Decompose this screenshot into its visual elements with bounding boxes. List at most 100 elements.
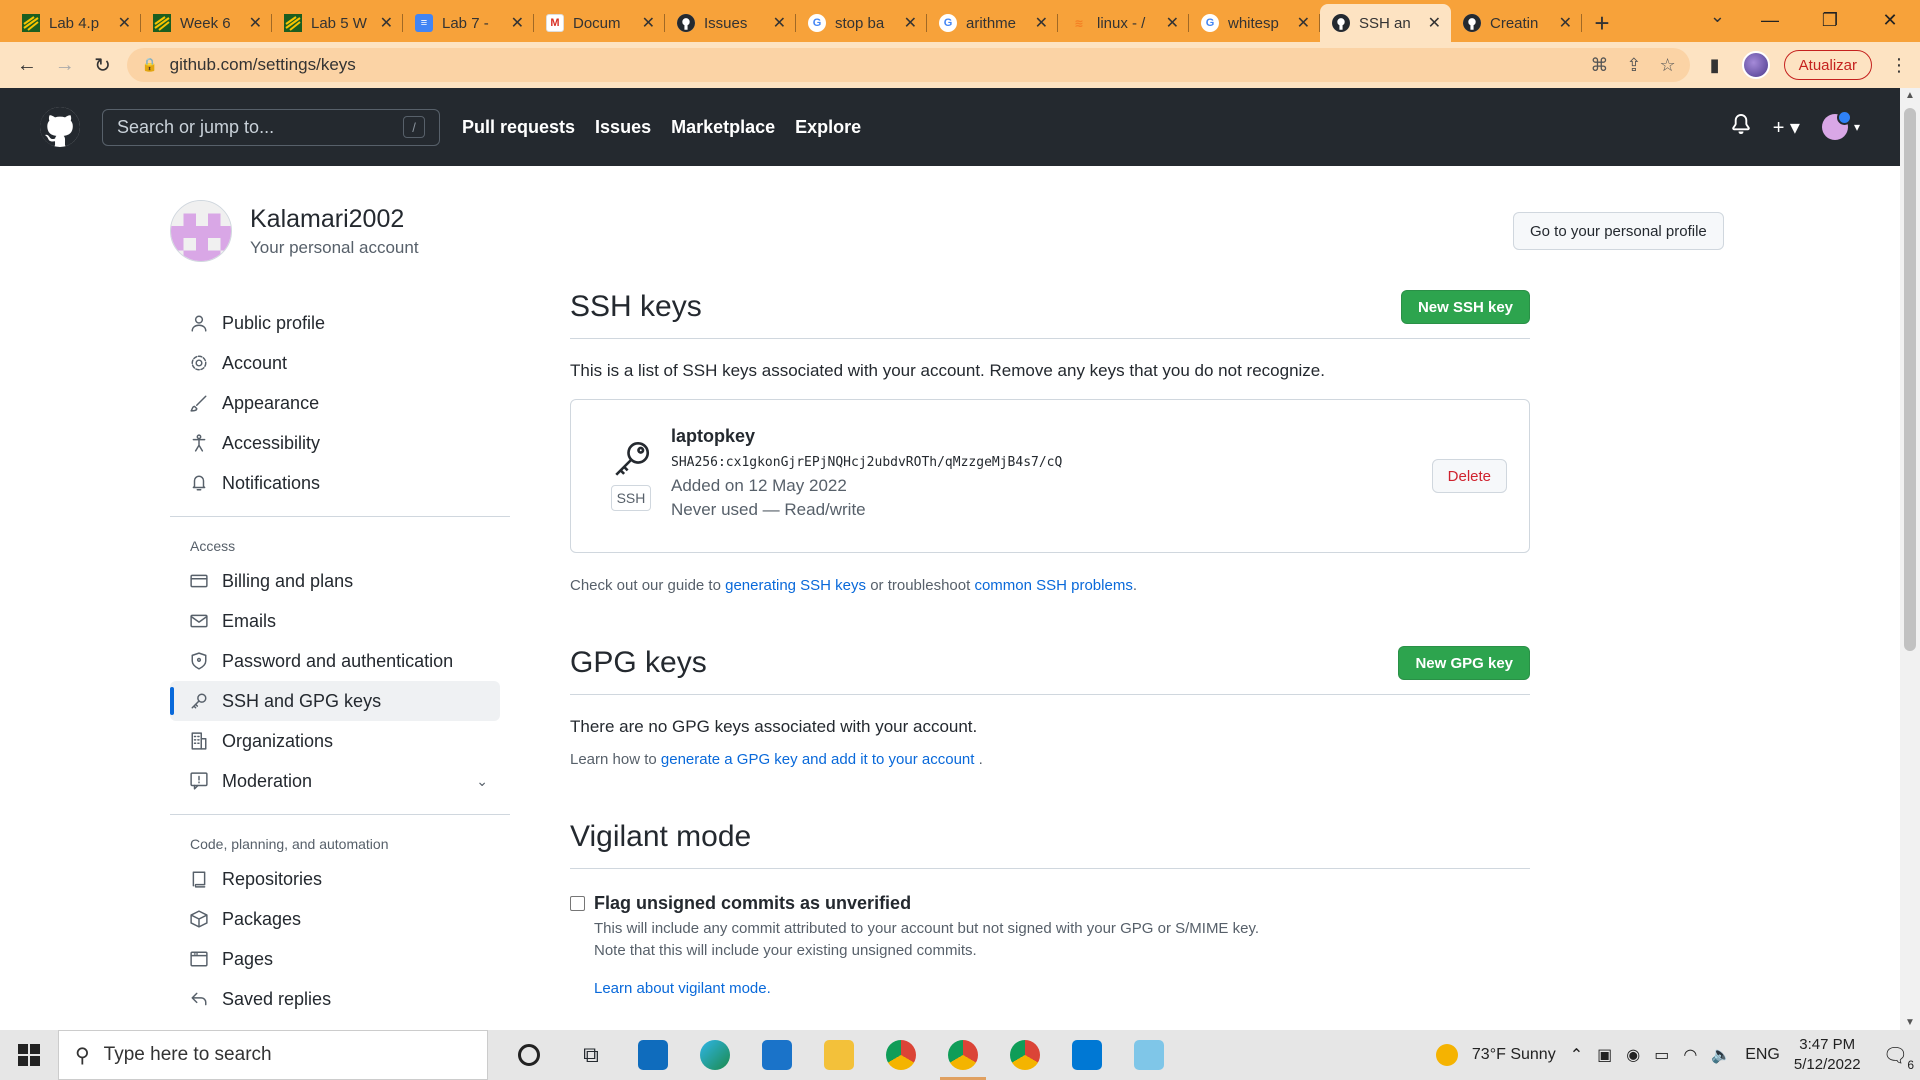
taskbar-clock[interactable]: 3:47 PM 5/12/2022 — [1794, 1035, 1861, 1075]
sidebar-item-password-and-authentication[interactable]: Password and authentication — [170, 641, 510, 681]
sidebar-item-repositories[interactable]: Repositories — [170, 859, 510, 899]
nav-pull-requests[interactable]: Pull requests — [462, 117, 575, 138]
mail-app-icon[interactable] — [746, 1030, 808, 1080]
close-tab-icon[interactable]: ✕ — [1428, 13, 1441, 33]
browser-tab[interactable]: Gstop ba ✕ — [796, 4, 927, 42]
browser-tab[interactable]: Week 6 ✕ — [141, 4, 272, 42]
sidebar-item-moderation[interactable]: Moderation ⌄ — [170, 761, 510, 801]
browser-tab[interactable]: ≋ linux - / ✕ — [1058, 4, 1189, 42]
close-tab-icon[interactable]: ✕ — [511, 13, 524, 33]
close-tab-icon[interactable]: ✕ — [249, 13, 262, 33]
flag-unsigned-commits-checkbox[interactable] — [570, 896, 585, 911]
antivirus-icon[interactable]: ◉ — [1626, 1045, 1640, 1065]
go-to-profile-button[interactable]: Go to your personal profile — [1513, 212, 1724, 250]
file-explorer-icon[interactable] — [808, 1030, 870, 1080]
weather-sun-icon[interactable] — [1435, 1044, 1458, 1066]
chevron-down-icon[interactable]: ⌄ — [476, 773, 488, 790]
browser-tab[interactable]: Garithme ✕ — [927, 4, 1058, 42]
address-bar[interactable]: 🔒 github.com/settings/keys ⌘ ⇪ ☆ — [127, 48, 1690, 82]
close-tab-icon[interactable]: ✕ — [904, 13, 917, 33]
sidebar-item-account[interactable]: Account — [170, 343, 510, 383]
page-scrollbar[interactable]: ▲ ▼ — [1900, 88, 1920, 1030]
github-logo-icon[interactable] — [40, 107, 80, 147]
task-view-icon[interactable]: ⧉ — [560, 1030, 622, 1080]
sidebar-item-appearance[interactable]: Appearance — [170, 383, 510, 423]
username[interactable]: Kalamari2002 — [250, 205, 419, 234]
sidebar-item-accessibility[interactable]: Accessibility — [170, 423, 510, 463]
nav-issues[interactable]: Issues — [595, 117, 651, 138]
close-tab-icon[interactable]: ✕ — [642, 13, 655, 33]
edge-browser-icon[interactable] — [684, 1030, 746, 1080]
sidebar-item-public-profile[interactable]: Public profile — [170, 303, 510, 343]
menu-kebab-icon[interactable]: ⋮ — [1886, 52, 1912, 78]
scroll-down-arrow-icon[interactable]: ▼ — [1905, 1017, 1915, 1028]
user-menu[interactable]: ▾ — [1821, 110, 1860, 140]
tray-overflow-chevron-icon[interactable]: ⌃ — [1570, 1045, 1583, 1065]
browser-profile-avatar[interactable] — [1741, 51, 1770, 79]
browser-tab[interactable]: Lab 4.p ✕ — [10, 4, 141, 42]
browser-tab[interactable]: SSH an ✕ — [1320, 4, 1451, 42]
learn-vigilant-mode-link[interactable]: Learn about vigilant mode. — [594, 980, 771, 997]
translate-icon[interactable]: ⌘ — [1590, 55, 1608, 76]
battery-icon[interactable]: ▭ — [1654, 1045, 1669, 1065]
notepad-icon[interactable] — [1118, 1030, 1180, 1080]
sidebar-item-ssh-and-gpg-keys[interactable]: SSH and GPG keys — [170, 681, 500, 721]
forward-button[interactable]: → — [46, 48, 84, 82]
nav-explore[interactable]: Explore — [795, 117, 861, 138]
generating-ssh-keys-link[interactable]: generating SSH keys — [725, 577, 866, 594]
close-tab-icon[interactable]: ✕ — [1297, 13, 1310, 33]
bookmark-star-icon[interactable]: ☆ — [1660, 55, 1676, 76]
sidebar-item-notifications[interactable]: Notifications — [170, 463, 510, 503]
meet-now-icon[interactable]: ▣ — [1597, 1045, 1612, 1065]
cortana-icon[interactable] — [498, 1030, 560, 1080]
notifications-bell-icon[interactable] — [1731, 114, 1751, 140]
user-avatar[interactable] — [1821, 110, 1852, 140]
browser-tab[interactable]: Lab 5 W ✕ — [272, 4, 403, 42]
flag-unsigned-commits-label[interactable]: Flag unsigned commits as unverified — [594, 893, 911, 914]
sidebar-item-emails[interactable]: Emails — [170, 601, 510, 641]
create-new-plus-icon[interactable]: + ▾ — [1773, 115, 1800, 140]
new-tab-button[interactable]: + — [1582, 4, 1622, 42]
sidebar-item-billing-and-plans[interactable]: Billing and plans — [170, 561, 510, 601]
browser-tab[interactable]: Gwhitesp ✕ — [1189, 4, 1320, 42]
tab-search-icon[interactable]: ⌄ — [1710, 6, 1725, 27]
close-tab-icon[interactable]: ✕ — [1035, 13, 1048, 33]
browser-tab[interactable]: Issues ✕ — [665, 4, 796, 42]
side-panel-icon[interactable]: ▮ — [1702, 52, 1728, 78]
volume-muted-icon[interactable]: 🔈 — [1711, 1045, 1731, 1065]
scrollbar-thumb[interactable] — [1904, 108, 1916, 651]
weather-text[interactable]: 73°F Sunny — [1472, 1046, 1556, 1064]
close-tab-icon[interactable]: ✕ — [1166, 13, 1179, 33]
back-button[interactable]: ← — [8, 48, 46, 82]
delete-ssh-key-button[interactable]: Delete — [1431, 459, 1507, 493]
new-ssh-key-button[interactable]: New SSH key — [1400, 290, 1530, 324]
update-button[interactable]: Atualizar — [1783, 50, 1873, 80]
chrome-profile-1-icon[interactable] — [870, 1030, 932, 1080]
lock-icon[interactable]: 🔒 — [141, 57, 157, 73]
action-center-icon[interactable]: 🗨 6 — [1883, 1043, 1914, 1072]
close-tab-icon[interactable]: ✕ — [118, 13, 131, 33]
wifi-icon[interactable]: ◠ — [1683, 1045, 1697, 1065]
sidebar-item-pages[interactable]: Pages — [170, 939, 510, 979]
chrome-profile-3-icon[interactable] — [994, 1030, 1056, 1080]
close-tab-icon[interactable]: ✕ — [773, 13, 786, 33]
minimize-button[interactable]: — — [1740, 0, 1800, 40]
language-indicator[interactable]: ENG — [1745, 1046, 1780, 1064]
windows-start-button[interactable] — [0, 1030, 58, 1080]
sidebar-item-packages[interactable]: Packages — [170, 899, 510, 939]
reload-button[interactable]: ↻ — [84, 48, 122, 82]
restore-button[interactable]: ❐ — [1800, 0, 1860, 40]
browser-tab[interactable]: Creatin ✕ — [1451, 4, 1582, 42]
browser-tab[interactable]: M Docum ✕ — [534, 4, 665, 42]
github-search-input[interactable]: Search or jump to... / — [102, 108, 440, 146]
scroll-up-arrow-icon[interactable]: ▲ — [1905, 90, 1915, 101]
close-tab-icon[interactable]: ✕ — [380, 13, 393, 33]
browser-tab[interactable]: ≡ Lab 7 - ✕ — [403, 4, 534, 42]
close-window-button[interactable]: ✕ — [1860, 0, 1920, 40]
close-tab-icon[interactable]: ✕ — [1559, 13, 1572, 33]
common-ssh-problems-link[interactable]: common SSH problems — [974, 577, 1132, 594]
microsoft-store-icon[interactable] — [622, 1030, 684, 1080]
identicon-avatar[interactable] — [170, 200, 232, 262]
vscode-icon[interactable] — [1056, 1030, 1118, 1080]
sidebar-item-saved-replies[interactable]: Saved replies — [170, 979, 510, 1019]
